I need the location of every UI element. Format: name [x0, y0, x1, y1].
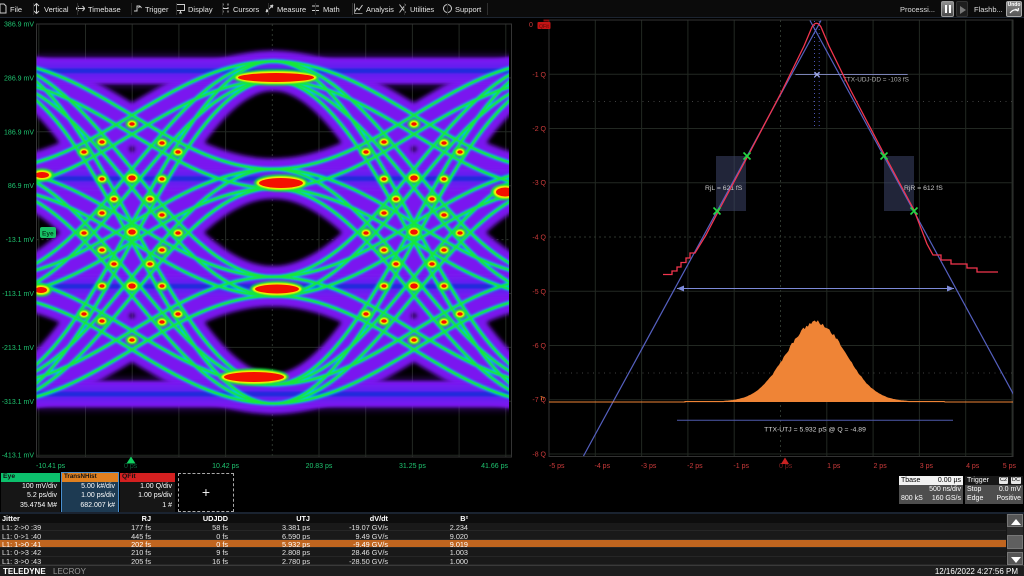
svg-text:20.83 ps: 20.83 ps — [306, 463, 333, 470]
svg-text:TTX-UDJ-DD = -103 fS: TTX-UDJ-DD = -103 fS — [843, 77, 909, 84]
svg-text:-213.1 mV: -213.1 mV — [2, 345, 35, 352]
svg-text:RjR = 612 fS: RjR = 612 fS — [904, 185, 943, 192]
svg-text:-8 Q: -8 Q — [532, 452, 546, 459]
svg-text:10.42 ps: 10.42 ps — [212, 463, 239, 470]
svg-text:-413.1 mV: -413.1 mV — [2, 453, 35, 460]
svg-text:-10.41 ps: -10.41 ps — [36, 463, 66, 470]
svg-text:-1 ps: -1 ps — [733, 463, 749, 470]
svg-text:5 ps: 5 ps — [1003, 463, 1017, 470]
svg-text:386.9 mV: 386.9 mV — [4, 22, 34, 29]
svg-text:-2 ps: -2 ps — [687, 463, 703, 470]
svg-text:Eye: Eye — [42, 231, 54, 238]
svg-text:0: 0 — [529, 22, 533, 29]
svg-text:-4 ps: -4 ps — [595, 463, 611, 470]
svg-text:-5 ps: -5 ps — [549, 463, 565, 470]
svg-text:-5 Q: -5 Q — [532, 289, 546, 296]
svg-text:41.66 ps: 41.66 ps — [481, 463, 508, 470]
svg-text:2 ps: 2 ps — [873, 463, 887, 470]
svg-text:-4 Q: -4 Q — [532, 235, 546, 242]
svg-text:286.9 mV: 286.9 mV — [4, 75, 34, 82]
svg-text:86.9 mV: 86.9 mV — [8, 183, 34, 190]
svg-text:RjL = 621 fS: RjL = 621 fS — [705, 185, 743, 192]
svg-text:-3 ps: -3 ps — [641, 463, 657, 470]
svg-text:TTX-UTJ = 5.932 pS @ Q = -4.89: TTX-UTJ = 5.932 pS @ Q = -4.89 — [764, 427, 866, 434]
svg-text:1 ps: 1 ps — [827, 463, 841, 470]
svg-text:-3 Q: -3 Q — [532, 180, 546, 187]
svg-text:Tr: Tr — [540, 396, 545, 402]
svg-text:-313.1 mV: -313.1 mV — [2, 399, 35, 406]
svg-text:0 ps: 0 ps — [124, 463, 138, 470]
svg-text:4 ps: 4 ps — [966, 463, 980, 470]
svg-text:0 ps: 0 ps — [779, 463, 793, 470]
svg-text:3 ps: 3 ps — [920, 463, 934, 470]
svg-text:-6 Q: -6 Q — [532, 343, 546, 350]
svg-text:31.25 ps: 31.25 ps — [399, 463, 426, 470]
svg-text:-2 Q: -2 Q — [532, 126, 546, 133]
svg-text:-1 Q: -1 Q — [532, 72, 546, 79]
svg-text:-113.1 mV: -113.1 mV — [2, 291, 34, 298]
svg-text:-13.1 mV: -13.1 mV — [6, 237, 35, 244]
svg-text:186.9 mV: 186.9 mV — [4, 129, 34, 136]
svg-text:QFit: QFit — [539, 24, 549, 30]
